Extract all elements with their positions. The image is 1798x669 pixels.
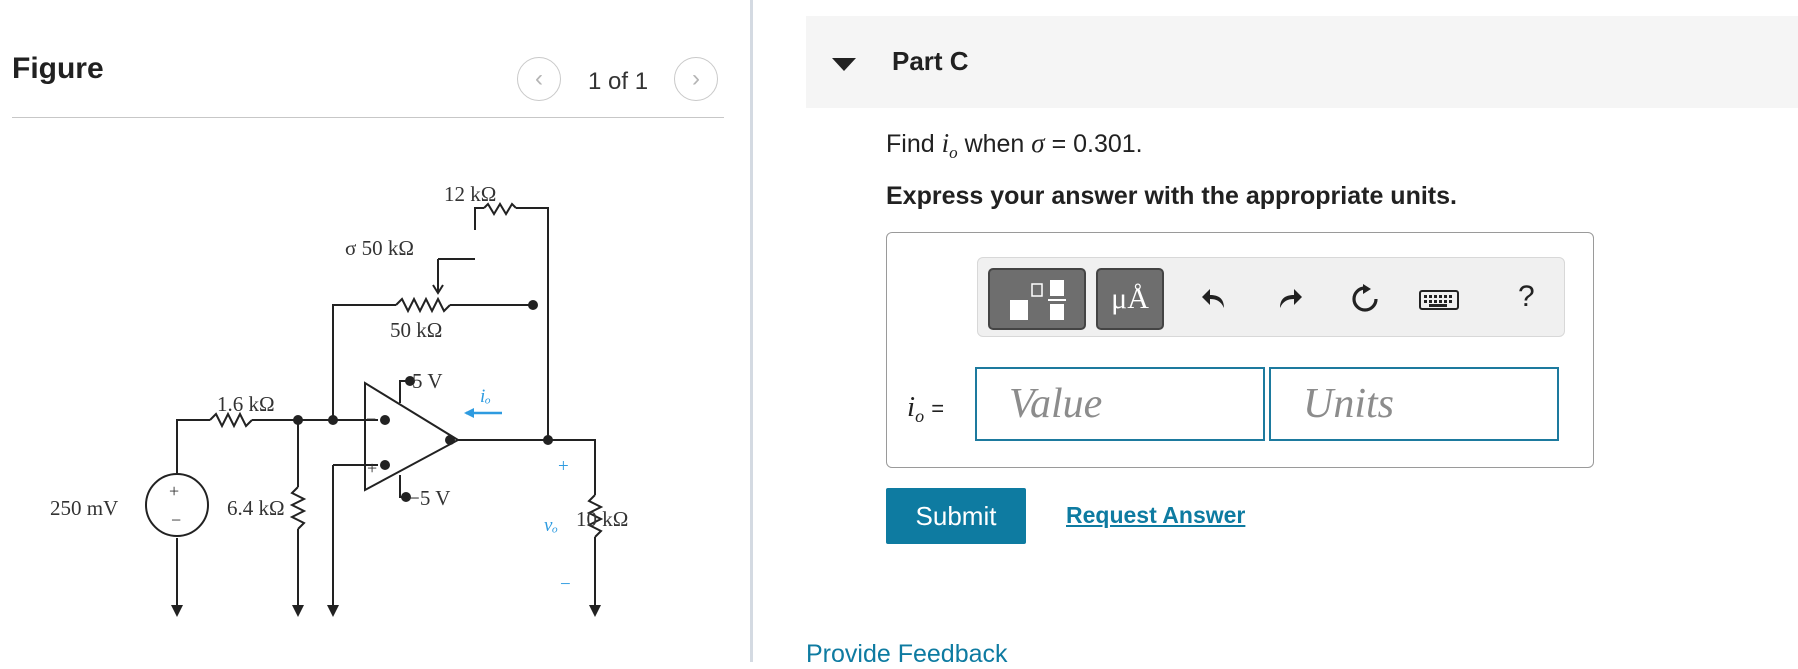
vo-minus-sign: − xyxy=(560,574,571,595)
instruction-text: Express your answer with the appropriate… xyxy=(886,182,1457,210)
resistor-50k-label: 50 kΩ xyxy=(390,318,442,342)
help-button[interactable]: ? xyxy=(1518,280,1535,314)
resistor-12k-label: 12 kΩ xyxy=(444,185,496,206)
source-plus-sign: + xyxy=(169,481,179,501)
answer-box: μÅ ? io = Value Units xyxy=(886,232,1594,468)
supply-positive-label: 5 V xyxy=(412,369,443,393)
resistor-6-4k-label: 6.4 kΩ xyxy=(227,496,285,520)
source-label: 250 mV xyxy=(50,496,118,520)
reset-icon[interactable] xyxy=(1350,284,1380,314)
answer-label: io = xyxy=(907,391,945,427)
units-input[interactable]: Units xyxy=(1269,367,1559,441)
vo-label: vₒ xyxy=(544,515,558,536)
resistor-1-6k-label: 1.6 kΩ xyxy=(217,392,275,416)
opamp-minus-sign: − xyxy=(366,409,376,429)
figure-page-count: 1 of 1 xyxy=(588,68,649,95)
units-button[interactable]: μÅ xyxy=(1096,268,1164,330)
provide-feedback-link[interactable]: Provide Feedback xyxy=(806,640,1008,669)
circuit-diagram: 12 kΩ σ 50 kΩ 50 kΩ 1.6 kΩ 5 V −5 V 250 … xyxy=(50,185,628,617)
figure-title: Figure xyxy=(12,52,104,85)
current-io-label: iₒ xyxy=(480,386,491,407)
figure-divider xyxy=(12,117,724,118)
templates-button[interactable] xyxy=(988,268,1086,330)
request-answer-link[interactable]: Request Answer xyxy=(1066,502,1245,529)
redo-icon[interactable] xyxy=(1274,284,1304,314)
value-input[interactable]: Value xyxy=(975,367,1265,441)
supply-negative-label: −5 V xyxy=(408,486,450,510)
question-panel: Part C Find io when σ = 0.301. Express y… xyxy=(806,0,1798,668)
resistor-sigma-label: σ 50 kΩ xyxy=(345,236,414,260)
math-toolbar: μÅ ? xyxy=(977,257,1565,337)
figure-panel: Figure ‹ 1 of 1 › 12 kΩ σ 50 kΩ 50 kΩ 1.… xyxy=(0,0,752,662)
keyboard-icon[interactable] xyxy=(1418,284,1460,314)
undo-icon[interactable] xyxy=(1200,284,1230,314)
submit-button[interactable]: Submit xyxy=(886,488,1026,544)
next-figure-button[interactable]: › xyxy=(674,57,718,101)
fraction-template-icon xyxy=(1010,280,1066,320)
part-header[interactable]: Part C xyxy=(806,16,1798,108)
chevron-right-icon: › xyxy=(692,65,700,92)
resistor-10k-label: 10 kΩ xyxy=(576,507,628,531)
opamp-plus-sign: + xyxy=(367,458,377,478)
part-title: Part C xyxy=(892,46,969,76)
source-minus-sign: − xyxy=(171,510,181,530)
prev-figure-button[interactable]: ‹ xyxy=(517,57,561,101)
chevron-left-icon: ‹ xyxy=(535,65,543,92)
panel-divider xyxy=(750,0,753,662)
vo-plus-sign: + xyxy=(558,456,569,477)
question-text: Find io when σ = 0.301. xyxy=(886,128,1143,162)
caret-down-icon[interactable] xyxy=(832,58,856,71)
